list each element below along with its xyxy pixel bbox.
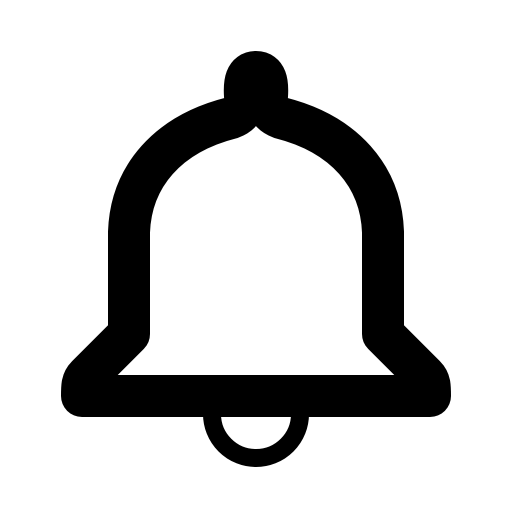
bell-icon-canvas xyxy=(0,0,512,512)
bell-clapper xyxy=(203,413,309,467)
bell-icon xyxy=(61,51,451,467)
bell-body xyxy=(61,51,451,417)
